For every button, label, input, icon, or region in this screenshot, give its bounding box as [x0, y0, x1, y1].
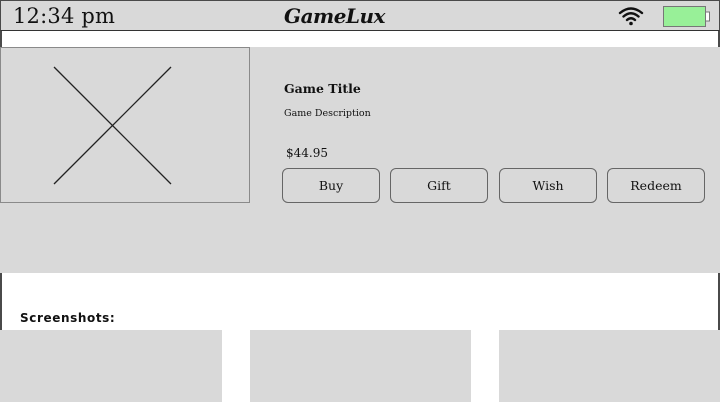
screenshot-thumbnail[interactable] [499, 330, 720, 402]
battery-icon [663, 6, 710, 27]
game-description: Game Description [284, 108, 371, 119]
game-hero-panel: Game Title Game Description $44.95 Buy G… [0, 47, 720, 273]
game-title: Game Title [284, 81, 361, 96]
clock: 12:34 pm [13, 4, 116, 28]
wish-button[interactable]: Wish [499, 168, 597, 203]
gift-button[interactable]: Gift [390, 168, 488, 203]
redeem-button[interactable]: Redeem [607, 168, 705, 203]
wifi-icon [618, 6, 644, 26]
status-bar: 12:34 pm GameLux [0, 0, 720, 31]
app-logo: GameLux [284, 4, 385, 28]
image-placeholder-icon [0, 47, 250, 203]
screenshot-thumbnail[interactable] [0, 330, 222, 402]
screenshots-heading: Screenshots: [20, 311, 116, 325]
game-price: $44.95 [286, 146, 328, 160]
screenshot-thumbnail[interactable] [250, 330, 471, 402]
buy-button[interactable]: Buy [282, 168, 380, 203]
